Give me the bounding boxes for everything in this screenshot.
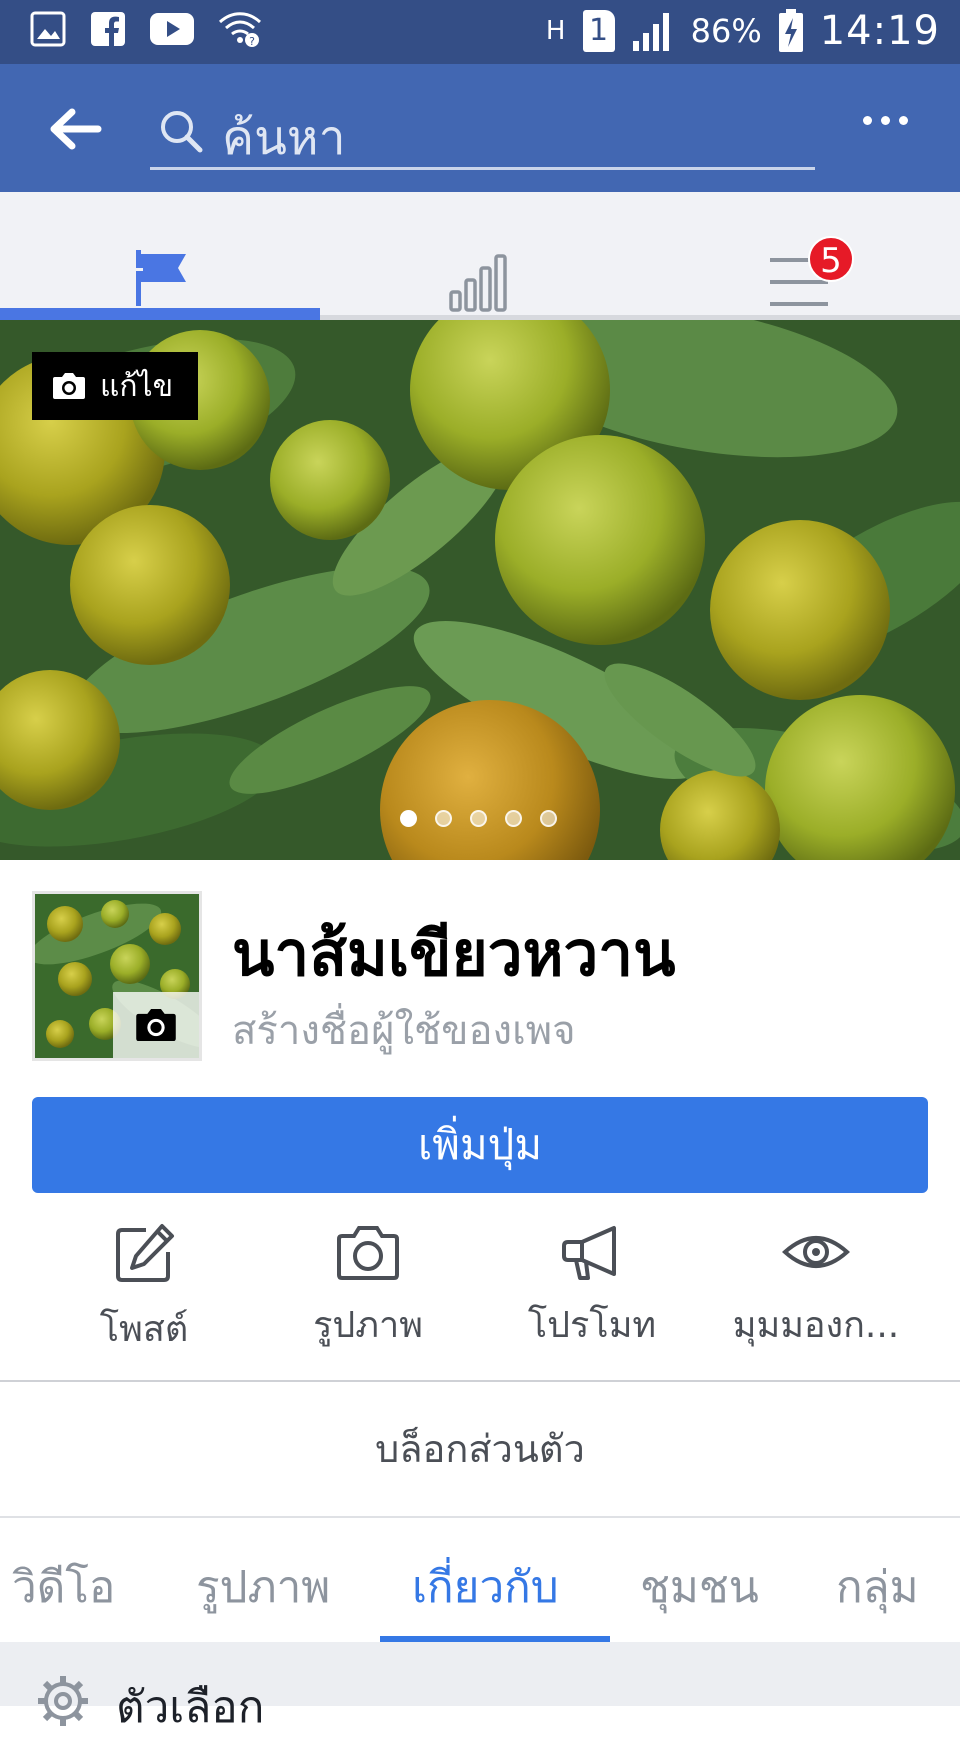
tab-community[interactable]: ชุมชน — [640, 1552, 759, 1622]
create-username-link[interactable]: สร้างชื่อผู้ใช้ของเพจ — [232, 998, 576, 1062]
photo-label: รูปภาพ — [313, 1305, 423, 1346]
wifi-icon: ? — [218, 10, 262, 48]
search-bar[interactable]: ค้นหา — [150, 98, 815, 170]
gallery-icon — [30, 11, 66, 47]
camera-icon — [53, 373, 85, 399]
facebook-icon — [90, 11, 126, 47]
network-type: H — [545, 16, 566, 46]
search-input[interactable]: ค้นหา — [222, 100, 346, 176]
dot-icon — [899, 116, 908, 125]
flag-icon — [134, 250, 186, 306]
page-section-tabs: วิดีโอ รูปภาพ เกี่ยวกับ ชุมชน กลุ่ม — [0, 1518, 960, 1642]
megaphone-icon — [562, 1226, 616, 1280]
carousel-dot[interactable] — [540, 810, 557, 827]
tab-videos[interactable]: วิดีโอ — [12, 1552, 115, 1622]
options-row[interactable]: ตัวเลือก — [0, 1642, 960, 1733]
battery-percent: 86% — [690, 12, 762, 50]
view-as-action[interactable]: มุมมองก... — [704, 1218, 928, 1358]
edit-cover-button[interactable]: แก้ไข — [32, 352, 198, 420]
view-as-label: มุมมองก... — [732, 1305, 900, 1346]
camera-icon — [337, 1226, 399, 1280]
tab-photos[interactable]: รูปภาพ — [196, 1552, 330, 1622]
carousel-dot[interactable] — [400, 810, 417, 827]
tab-groups[interactable]: กลุ่ม — [836, 1552, 919, 1622]
search-icon — [158, 108, 204, 158]
carousel-dot[interactable] — [470, 810, 487, 827]
tab-page[interactable] — [0, 192, 320, 320]
status-bar: ? H 1 86% 14:19 — [0, 0, 960, 64]
tab-insights[interactable] — [320, 192, 640, 320]
youtube-icon — [150, 13, 194, 45]
cover-photo[interactable]: แก้ไข — [0, 320, 960, 860]
signal-icon — [631, 11, 675, 51]
back-button[interactable] — [46, 104, 102, 154]
tab-menu[interactable] — [640, 192, 960, 320]
change-profile-photo-button[interactable] — [113, 992, 199, 1058]
battery-charging-icon — [778, 9, 804, 53]
options-label: ตัวเลือก — [116, 1682, 265, 1733]
notification-badge: 5 — [808, 236, 854, 282]
page-nav-tabs: 5 — [0, 192, 960, 320]
page-title: นาส้มเขียวหวาน — [232, 917, 676, 990]
sim-icon: 1 — [582, 10, 615, 52]
chart-icon — [449, 254, 507, 312]
add-button[interactable]: เพิ่มปุ่ม — [32, 1097, 928, 1193]
post-label: โพสต์ — [99, 1309, 189, 1350]
carousel-dot[interactable] — [505, 810, 522, 827]
post-action[interactable]: โพสต์ — [32, 1218, 256, 1358]
edit-cover-label: แก้ไข — [100, 368, 174, 404]
gear-icon — [36, 1674, 90, 1732]
profile-picture[interactable] — [32, 891, 202, 1061]
back-arrow-icon — [50, 108, 102, 150]
carousel-dot[interactable] — [435, 810, 452, 827]
svg-text:?: ? — [249, 35, 255, 48]
page-actions: โพสต์ รูปภาพ โปรโมท มุมมองก... — [32, 1218, 928, 1358]
top-bar: ค้นหา — [0, 64, 960, 192]
photo-action[interactable]: รูปภาพ — [256, 1218, 480, 1358]
edit-icon — [116, 1224, 174, 1282]
dot-icon — [881, 116, 890, 125]
more-options-button[interactable] — [863, 116, 908, 125]
camera-icon — [136, 1008, 176, 1042]
tab-about[interactable]: เกี่ยวกับ — [412, 1552, 559, 1622]
dot-icon — [863, 116, 872, 125]
promote-label: โปรโมท — [527, 1305, 657, 1346]
clock: 14:19 — [819, 8, 940, 54]
eye-icon — [782, 1236, 850, 1268]
promote-action[interactable]: โปรโมท — [480, 1218, 704, 1358]
privacy-blog-link[interactable]: บล็อกส่วนตัว — [0, 1382, 960, 1516]
active-tab-indicator — [0, 308, 320, 320]
carousel-indicator[interactable] — [400, 810, 557, 827]
